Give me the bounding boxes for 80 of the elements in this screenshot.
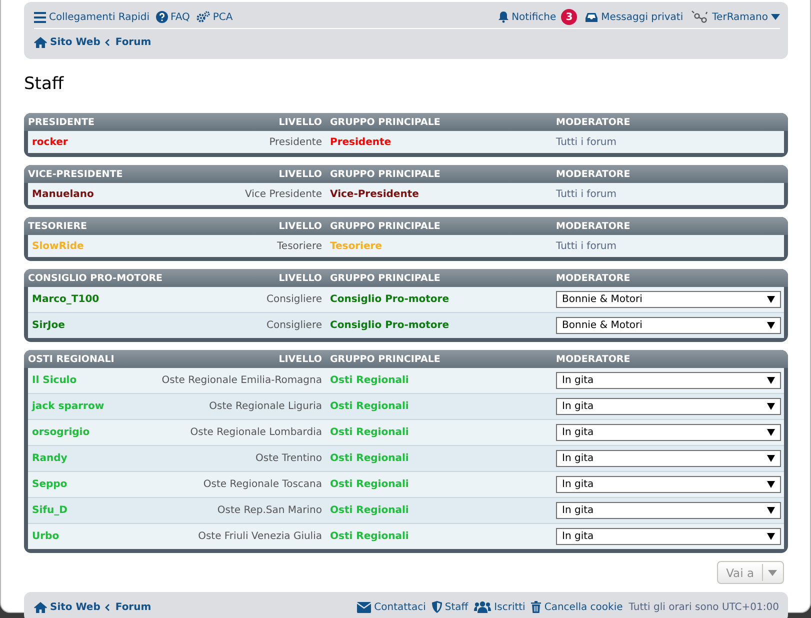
column-heading: MODERATORE [555,354,632,364]
member-rank: Oste Trentino [254,453,323,464]
quick-links-menu[interactable]: Collegamenti Rapidi [34,12,150,22]
chevron-icon [105,38,110,46]
private-messages-link[interactable]: Messaggi privati [585,12,684,22]
column-heading: LIVELLO [278,272,323,284]
members-link[interactable]: Iscritti [474,601,526,613]
member-rank: Consigliere [265,294,323,305]
column-heading: LIVELLO [278,116,323,128]
member-group: Presidente [326,136,552,148]
column-heading: LIVELLO [278,354,323,364]
member-group: Osti Regionali [326,427,552,438]
delete-cookies-link[interactable]: Cancella cookie [531,601,623,613]
column-heading: GRUPPO PRINCIPALE [329,116,442,128]
member-group: Osti Regionali [326,505,552,516]
member-rank: Oste Friuli Venezia Giulia [197,531,323,542]
group-heading: OSTI REGIONALI [28,354,116,364]
breadcrumb-link[interactable]: Forum [115,36,152,48]
member-rank: Oste Rep.San Marino [216,505,323,516]
column-heading: GRUPPO PRINCIPALE [329,220,442,232]
group-heading: CONSIGLIO PRO-MOTORE [28,272,164,284]
help-icon [156,11,168,23]
column-heading: MODERATORE [555,116,632,128]
member-group: Vice-Presidente [326,188,552,200]
moderator-dropdown[interactable]: Bonnie & Motori [556,317,781,334]
member-rank: Vice Presidente [244,188,323,200]
menu-icon [34,12,46,22]
caret-icon [771,14,780,20]
caret-icon [767,322,775,329]
notifications-link[interactable]: Notifiche 3 [498,9,578,25]
member-rank: Oste Regionale Lombardia [189,427,323,438]
column-heading: LIVELLO [278,220,323,232]
caret-icon [767,296,775,303]
member-name-link[interactable]: Manuelano [28,188,146,200]
group-heading: PRESIDENTE [28,116,96,128]
member-name-link[interactable]: SirJoe [28,320,146,331]
moderator-text: Tutti i forum [556,136,617,148]
member-group: Osti Regionali [326,531,552,542]
timezone-text: Tutti gli orari sono UTC+01:00 [628,602,779,612]
column-heading: LIVELLO [278,168,323,180]
staff-link[interactable]: Staff [432,601,468,613]
member-group: Tesoriere [326,240,552,252]
column-heading: MODERATORE [555,220,632,232]
breadcrumb-link[interactable]: Sito Web [34,602,100,612]
member-rank: Tesoriere [276,240,323,252]
member-name-link[interactable]: rocker [28,136,146,148]
member-rank: Oste Regionale Liguria [208,401,323,412]
user-menu[interactable]: TerRamano [691,10,780,24]
member-group: Consiglio Pro-motore [326,294,552,305]
faq-link[interactable]: FAQ [156,11,190,23]
member-rank: Oste Regionale Toscana [202,479,323,490]
column-heading: GRUPPO PRINCIPALE [329,168,442,180]
member-group: Osti Regionali [326,479,552,490]
breadcrumb-link[interactable]: Sito Web [34,36,100,48]
moderator-dropdown[interactable]: Bonnie & Motori [556,291,781,308]
column-heading: GRUPPO PRINCIPALE [329,272,442,284]
member-group: Consiglio Pro-motore [326,320,552,331]
column-heading: GRUPPO PRINCIPALE [329,354,442,364]
contact-link[interactable]: Contattaci [357,602,426,612]
member-rank: Presidente [268,136,323,148]
inbox-icon [585,12,598,22]
member-rank: Oste Regionale Emilia-Romagna [160,375,323,386]
group-heading: TESORIERE [28,220,88,232]
member-rank: Consigliere [265,320,323,331]
gears-icon [196,11,210,23]
page-title: Staff [24,74,64,94]
home-icon [34,36,47,48]
column-heading: MODERATORE [555,168,632,180]
member-name-link[interactable]: Marco_T100 [28,294,146,305]
group-heading: VICE-PRESIDENTE [28,168,124,180]
notification-badge: 3 [561,9,578,25]
member-group: Osti Regionali [326,453,552,464]
member-group: Osti Regionali [326,375,552,386]
column-heading: MODERATORE [555,272,632,284]
acp-link[interactable]: PCA [196,11,233,23]
bell-icon [498,11,509,23]
breadcrumb-link[interactable]: Forum [115,602,152,612]
member-group: Osti Regionali [326,401,552,412]
moderator-text: Tutti i forum [556,240,617,252]
moderator-text: Tutti i forum [556,188,617,200]
